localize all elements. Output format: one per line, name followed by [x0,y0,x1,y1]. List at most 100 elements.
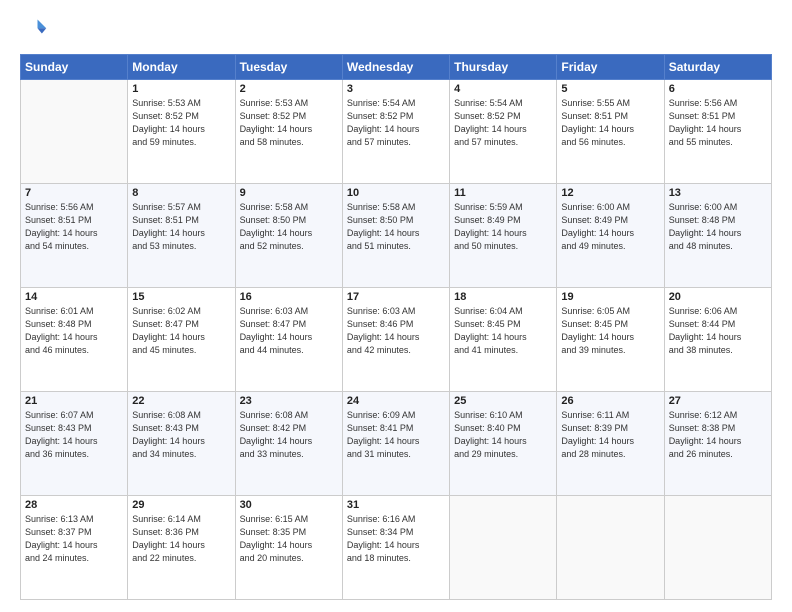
calendar-cell: 1Sunrise: 5:53 AM Sunset: 8:52 PM Daylig… [128,80,235,184]
day-number: 11 [454,187,552,199]
calendar-cell: 7 Sunrise: 5:56 AM Sunset: 8:51 PM Daylig… [21,184,128,288]
day-number: 22 [132,395,230,407]
day-number: 8 [132,187,230,199]
calendar-cell: 4 Sunrise: 5:54 AM Sunset: 8:52 PM Daylig… [450,80,557,184]
calendar-cell: 13 Sunrise: 6:00 AM Sunset: 8:48 PM Dayli… [664,184,771,288]
calendar-week-1: 7 Sunrise: 5:56 AM Sunset: 8:51 PM Daylig… [21,184,772,288]
calendar-cell [557,496,664,600]
logo [20,16,52,44]
day-number: 24 [347,395,445,407]
day-info: Sunrise: 6:13 AM Sunset: 8:37 PM Dayligh… [25,513,123,565]
day-number: 10 [347,187,445,199]
calendar-cell: 11 Sunrise: 5:59 AM Sunset: 8:49 PM Dayli… [450,184,557,288]
day-number: 2 [240,83,338,95]
day-info: Sunrise: 6:03 AM Sunset: 8:47 PM Dayligh… [240,305,338,357]
day-number: 16 [240,291,338,303]
calendar-header-friday: Friday [557,55,664,80]
calendar-header-tuesday: Tuesday [235,55,342,80]
calendar-cell: 18Sunrise: 6:04 AM Sunset: 8:45 PM Dayli… [450,288,557,392]
calendar-header-monday: Monday [128,55,235,80]
calendar-cell: 19 Sunrise: 6:05 AM Sunset: 8:45 PM Dayli… [557,288,664,392]
day-number: 28 [25,499,123,511]
day-number: 4 [454,83,552,95]
calendar-header-row: SundayMondayTuesdayWednesdayThursdayFrid… [21,55,772,80]
calendar-cell: 27 Sunrise: 6:12 AM Sunset: 8:38 PM Dayli… [664,392,771,496]
day-info: Sunrise: 5:54 AM Sunset: 8:52 PM Dayligh… [347,97,445,149]
day-number: 5 [561,83,659,95]
calendar-cell: 26 Sunrise: 6:11 AM Sunset: 8:39 PM Dayli… [557,392,664,496]
calendar-cell: 22 Sunrise: 6:08 AM Sunset: 8:43 PM Dayli… [128,392,235,496]
day-number: 25 [454,395,552,407]
day-number: 12 [561,187,659,199]
calendar-cell: 14 Sunrise: 6:01 AM Sunset: 8:48 PM Dayli… [21,288,128,392]
day-number: 9 [240,187,338,199]
day-number: 26 [561,395,659,407]
calendar-cell: 3 Sunrise: 5:54 AM Sunset: 8:52 PM Daylig… [342,80,449,184]
calendar-header-sunday: Sunday [21,55,128,80]
day-number: 18 [454,291,552,303]
calendar-cell: 20Sunrise: 6:06 AM Sunset: 8:44 PM Dayli… [664,288,771,392]
day-number: 7 [25,187,123,199]
day-info: Sunrise: 6:00 AM Sunset: 8:49 PM Dayligh… [561,201,659,253]
day-number: 13 [669,187,767,199]
day-number: 6 [669,83,767,95]
day-info: Sunrise: 5:58 AM Sunset: 8:50 PM Dayligh… [347,201,445,253]
day-number: 21 [25,395,123,407]
day-number: 1 [132,83,230,95]
day-info: Sunrise: 6:11 AM Sunset: 8:39 PM Dayligh… [561,409,659,461]
calendar-cell [450,496,557,600]
day-info: Sunrise: 5:56 AM Sunset: 8:51 PM Dayligh… [25,201,123,253]
calendar-cell: 12 Sunrise: 6:00 AM Sunset: 8:49 PM Dayli… [557,184,664,288]
day-info: Sunrise: 6:15 AM Sunset: 8:35 PM Dayligh… [240,513,338,565]
day-info: Sunrise: 6:05 AM Sunset: 8:45 PM Dayligh… [561,305,659,357]
day-info: Sunrise: 6:08 AM Sunset: 8:42 PM Dayligh… [240,409,338,461]
day-info: Sunrise: 5:53 AM Sunset: 8:52 PM Dayligh… [240,97,338,149]
calendar-cell: 31Sunrise: 6:16 AM Sunset: 8:34 PM Dayli… [342,496,449,600]
calendar-cell: 2 Sunrise: 5:53 AM Sunset: 8:52 PM Daylig… [235,80,342,184]
day-info: Sunrise: 5:55 AM Sunset: 8:51 PM Dayligh… [561,97,659,149]
calendar-cell: 8 Sunrise: 5:57 AM Sunset: 8:51 PM Daylig… [128,184,235,288]
calendar-cell: 6 Sunrise: 5:56 AM Sunset: 8:51 PM Daylig… [664,80,771,184]
calendar-header-wednesday: Wednesday [342,55,449,80]
day-info: Sunrise: 5:56 AM Sunset: 8:51 PM Dayligh… [669,97,767,149]
day-info: Sunrise: 6:12 AM Sunset: 8:38 PM Dayligh… [669,409,767,461]
day-info: Sunrise: 6:08 AM Sunset: 8:43 PM Dayligh… [132,409,230,461]
calendar-week-3: 21 Sunrise: 6:07 AM Sunset: 8:43 PM Dayli… [21,392,772,496]
calendar-week-2: 14 Sunrise: 6:01 AM Sunset: 8:48 PM Dayli… [21,288,772,392]
calendar-cell [664,496,771,600]
calendar-cell: 10 Sunrise: 5:58 AM Sunset: 8:50 PM Dayli… [342,184,449,288]
day-number: 14 [25,291,123,303]
header [20,16,772,44]
day-number: 29 [132,499,230,511]
day-info: Sunrise: 6:07 AM Sunset: 8:43 PM Dayligh… [25,409,123,461]
calendar-header-saturday: Saturday [664,55,771,80]
day-number: 15 [132,291,230,303]
calendar-cell: 30Sunrise: 6:15 AM Sunset: 8:35 PM Dayli… [235,496,342,600]
calendar-cell: 29 Sunrise: 6:14 AM Sunset: 8:36 PM Dayli… [128,496,235,600]
day-number: 19 [561,291,659,303]
day-number: 3 [347,83,445,95]
calendar-cell: 28 Sunrise: 6:13 AM Sunset: 8:37 PM Dayli… [21,496,128,600]
day-number: 27 [669,395,767,407]
day-info: Sunrise: 6:03 AM Sunset: 8:46 PM Dayligh… [347,305,445,357]
calendar-cell: 25 Sunrise: 6:10 AM Sunset: 8:40 PM Dayli… [450,392,557,496]
calendar-cell: 9Sunrise: 5:58 AM Sunset: 8:50 PM Daylig… [235,184,342,288]
day-info: Sunrise: 5:59 AM Sunset: 8:49 PM Dayligh… [454,201,552,253]
day-info: Sunrise: 6:06 AM Sunset: 8:44 PM Dayligh… [669,305,767,357]
logo-icon [20,16,48,44]
day-number: 17 [347,291,445,303]
day-info: Sunrise: 6:01 AM Sunset: 8:48 PM Dayligh… [25,305,123,357]
calendar-cell: 16 Sunrise: 6:03 AM Sunset: 8:47 PM Dayli… [235,288,342,392]
page: SundayMondayTuesdayWednesdayThursdayFrid… [0,0,792,612]
calendar-cell: 24Sunrise: 6:09 AM Sunset: 8:41 PM Dayli… [342,392,449,496]
calendar-cell: 17 Sunrise: 6:03 AM Sunset: 8:46 PM Dayli… [342,288,449,392]
day-info: Sunrise: 6:02 AM Sunset: 8:47 PM Dayligh… [132,305,230,357]
calendar-cell: 23Sunrise: 6:08 AM Sunset: 8:42 PM Dayli… [235,392,342,496]
day-info: Sunrise: 6:00 AM Sunset: 8:48 PM Dayligh… [669,201,767,253]
day-info: Sunrise: 6:14 AM Sunset: 8:36 PM Dayligh… [132,513,230,565]
day-info: Sunrise: 5:57 AM Sunset: 8:51 PM Dayligh… [132,201,230,253]
calendar-cell: 5 Sunrise: 5:55 AM Sunset: 8:51 PM Daylig… [557,80,664,184]
day-info: Sunrise: 5:54 AM Sunset: 8:52 PM Dayligh… [454,97,552,149]
day-info: Sunrise: 6:10 AM Sunset: 8:40 PM Dayligh… [454,409,552,461]
day-number: 31 [347,499,445,511]
